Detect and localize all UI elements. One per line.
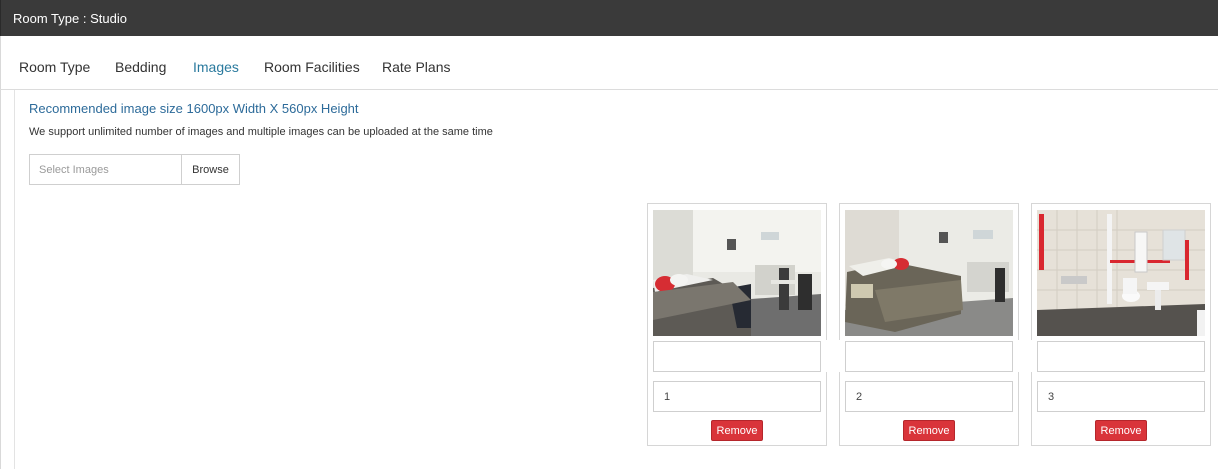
tab-bar: Room Type Bedding Images Room Facilities… [0, 36, 1218, 90]
image-caption-input[interactable] [653, 341, 821, 372]
image-card: Remove [1031, 203, 1211, 446]
tab-room-type[interactable]: Room Type [19, 59, 90, 75]
remove-image-button[interactable]: Remove [1095, 420, 1147, 441]
tab-room-facilities[interactable]: Room Facilities [264, 59, 360, 75]
image-order-input[interactable] [653, 381, 821, 412]
browse-button[interactable]: Browse [181, 154, 240, 185]
tab-images[interactable]: Images [193, 59, 239, 75]
remove-image-button[interactable]: Remove [711, 420, 763, 441]
image-order-input[interactable] [1037, 381, 1205, 412]
remove-image-button[interactable]: Remove [903, 420, 955, 441]
room-photo-bedroom-1 [653, 210, 821, 336]
image-order-input[interactable] [845, 381, 1013, 412]
room-photo-bedroom-2 [845, 210, 1013, 336]
tab-bedding[interactable]: Bedding [115, 59, 166, 75]
select-images-input[interactable] [29, 154, 182, 185]
window-titlebar: Room Type : Studio [0, 0, 1218, 36]
window-title: Room Type : Studio [13, 10, 127, 26]
image-size-recommendation: Recommended image size 1600px Width X 56… [29, 101, 359, 116]
upload-support-note: We support unlimited number of images an… [29, 126, 493, 138]
image-card: Remove [839, 203, 1019, 446]
room-photo-bathroom [1037, 210, 1205, 336]
image-caption-input[interactable] [1037, 341, 1205, 372]
image-caption-input[interactable] [845, 341, 1013, 372]
image-card: Remove [647, 203, 827, 446]
caption-gap [821, 340, 845, 372]
tab-rate-plans[interactable]: Rate Plans [382, 59, 450, 75]
caption-gap [1013, 340, 1037, 372]
